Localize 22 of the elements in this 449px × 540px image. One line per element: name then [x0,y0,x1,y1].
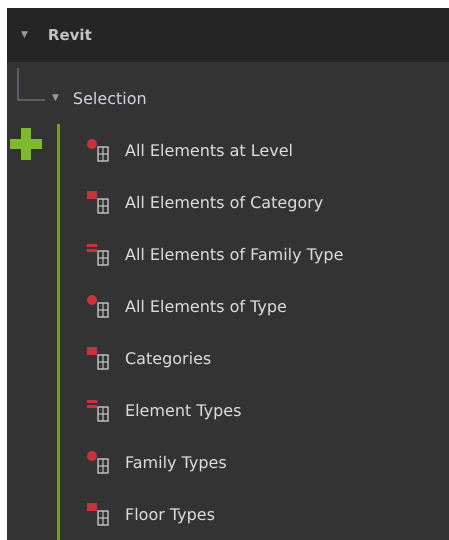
tree-connector-line [17,68,47,102]
table-icon [86,502,110,526]
collapse-arrow[interactable]: ▼ [52,93,59,103]
group-title: Selection [72,88,147,108]
table-icon [86,294,110,318]
add-icon[interactable] [10,128,42,160]
tree-item[interactable]: Floor Types [125,504,215,524]
tree-item[interactable]: Family Types [125,452,227,472]
table-icon [86,242,110,266]
tree-item[interactable]: All Elements of Type [125,296,287,316]
tree-item[interactable]: All Elements of Family Type [125,244,344,264]
tree-item[interactable]: Categories [125,348,212,368]
table-icon [86,190,110,214]
table-icon [86,346,110,370]
section-title: Revit [48,26,92,44]
table-icon [86,138,110,162]
tree-item[interactable]: All Elements of Category [125,192,324,212]
tree-item[interactable]: All Elements at Level [125,140,293,160]
table-icon [86,398,110,422]
tree-item[interactable]: Element Types [125,400,242,420]
table-icon [86,450,110,474]
collapse-arrow[interactable]: ▼ [21,30,28,40]
